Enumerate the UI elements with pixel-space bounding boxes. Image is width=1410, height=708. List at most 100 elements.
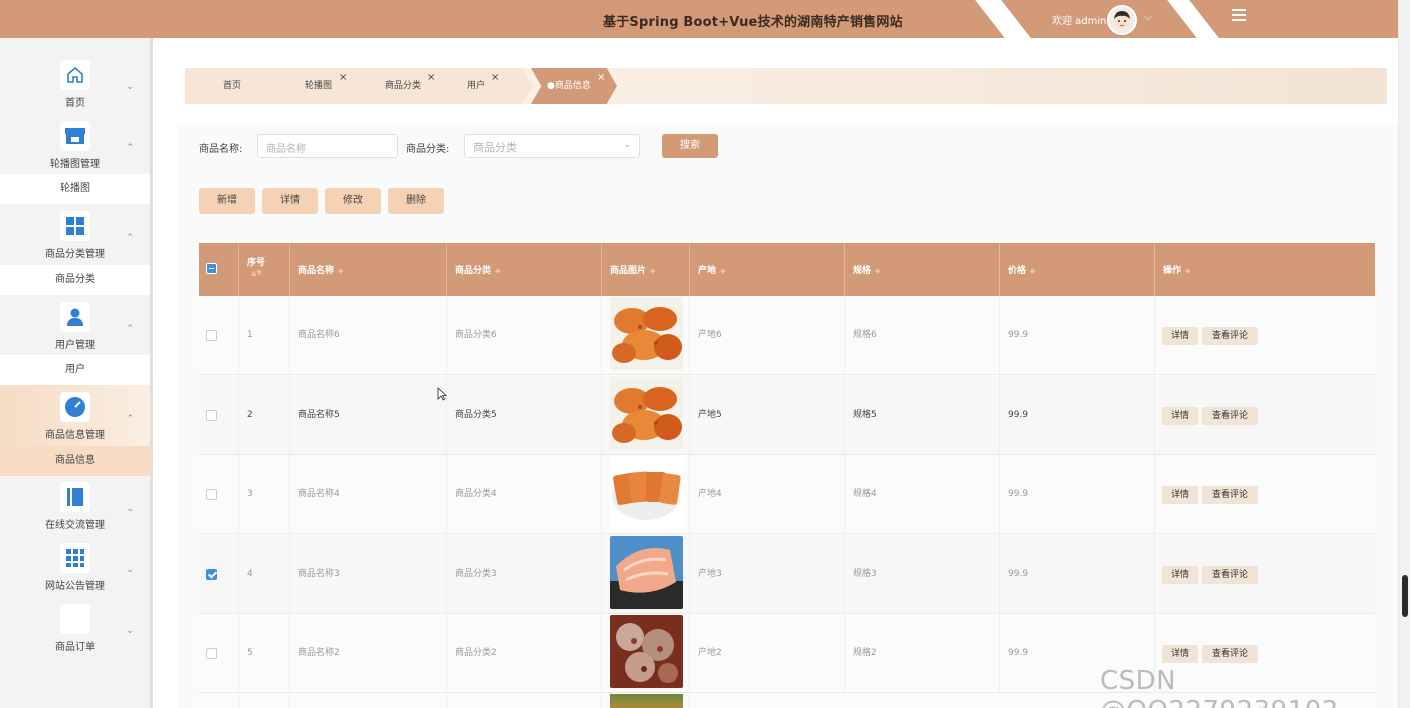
cell-spec: 规格6 — [845, 296, 1000, 375]
cell-actions: 详情 查看评论 — [1155, 455, 1375, 534]
search-button[interactable]: 搜索 — [662, 134, 718, 158]
select-all-checkbox[interactable] — [206, 263, 217, 274]
row-detail-button[interactable]: 详情 — [1162, 565, 1198, 584]
category-select[interactable]: 商品分类 ⌄ — [464, 134, 640, 158]
row-view-comments-button[interactable]: 查看评论 — [1202, 327, 1258, 345]
name-search-placeholder: 商品名称 — [266, 144, 306, 155]
header-origin[interactable]: 产地 ◆ — [690, 243, 845, 296]
table-row[interactable]: 1 商品名称6 商品分类6 产地6 规格6 99.9 详情 查看评论 — [199, 296, 1375, 375]
menu-toggle-icon[interactable] — [1232, 9, 1246, 23]
row-view-comments-button[interactable]: 查看评论 — [1202, 406, 1258, 425]
sort-icon[interactable]: ◆ — [650, 267, 655, 275]
cell-name: 商品名称6 — [290, 296, 447, 375]
sidebar-item-label: 商品信息管理 — [45, 430, 105, 441]
sort-icon[interactable]: ◆ — [875, 267, 880, 275]
header-select-all[interactable] — [199, 243, 239, 296]
product-image[interactable] — [610, 615, 683, 688]
row-detail-button[interactable]: 详情 — [1162, 327, 1198, 345]
row-detail-button[interactable]: 详情 — [1162, 645, 1198, 663]
sidebar: 首页 ⌄ 轮播图管理 ⌃ 轮播图 商品分类管理 ⌃ 商品分类 用户管理 ⌃ 用户… — [0, 38, 153, 708]
table-row[interactable]: 3 商品名称4 商品分类4 产地4 规格4 99.9 详情 查看评论 — [199, 455, 1375, 534]
product-image[interactable] — [610, 297, 683, 370]
sort-icon[interactable]: ▲▼ — [251, 269, 262, 277]
sidebar-subitem-user[interactable]: 用户 — [0, 355, 150, 385]
add-button[interactable]: 新增 — [199, 188, 255, 214]
row-view-comments-button[interactable]: 查看评论 — [1202, 565, 1258, 584]
row-checkbox[interactable] — [206, 568, 217, 580]
name-search-input[interactable]: 商品名称 — [257, 134, 398, 158]
tab-product-info[interactable]: ●商品信息 × — [531, 68, 617, 104]
avatar[interactable] — [1107, 5, 1137, 35]
sidebar-subitem-category[interactable]: 商品分类 — [0, 265, 150, 295]
edit-button[interactable]: 修改 — [325, 188, 381, 214]
cell-actions: 详情 查看评论 — [1155, 376, 1375, 455]
welcome-text: 欢迎 admin — [1052, 16, 1107, 27]
cell-category: 商品分类6 — [447, 296, 602, 375]
header-image[interactable]: 商品图片 ◆ — [602, 243, 690, 296]
sidebar-item-user-mgmt[interactable]: 用户管理 ⌃ — [0, 302, 150, 351]
sidebar-item-label: 首页 — [65, 98, 85, 109]
row-checkbox[interactable] — [206, 648, 217, 659]
row-checkbox[interactable] — [206, 409, 217, 421]
product-image[interactable] — [610, 535, 683, 609]
sidebar-item-chat-mgmt[interactable]: 在线交流管理 ⌄ — [0, 482, 150, 531]
cell-name: 商品名称5 — [290, 375, 447, 455]
cell-image — [602, 534, 690, 614]
site-title: 基于Spring Boot+Vue技术的湖南特产销售网站 — [603, 15, 903, 30]
chevron-up-icon: ⌃ — [126, 143, 134, 153]
cell-category: 商品分类4 — [447, 455, 602, 534]
table-header: 序号 ▲▼ 商品名称 ◆ 商品分类 ◆ 商品图片 ◆ 产地 ◆ 规格 ◆ 价格 ◆ 操作 ◆ — [199, 243, 1375, 296]
sidebar-item-category-mgmt[interactable]: 商品分类管理 ⌃ — [0, 211, 150, 260]
header-label: 规格 — [853, 266, 872, 276]
product-image[interactable] — [610, 376, 683, 450]
sidebar-subitem-carousel[interactable]: 轮播图 — [0, 174, 150, 204]
row-detail-button[interactable]: 详情 — [1162, 406, 1198, 425]
row-detail-button[interactable]: 详情 — [1162, 486, 1198, 504]
header-price[interactable]: 价格 ◆ — [1000, 243, 1155, 296]
header-no[interactable]: 序号 ▲▼ — [239, 243, 290, 296]
table-row[interactable]: 4 商品名称3 商品分类3 产地3 规格3 99.9 详情 查看评论 — [199, 534, 1375, 614]
sidebar-item-orders[interactable]: 商品订单 ⌄ — [0, 604, 150, 653]
sidebar-item-carousel-mgmt[interactable]: 轮播图管理 ⌃ — [0, 121, 150, 170]
row-view-comments-button[interactable]: 查看评论 — [1202, 486, 1258, 504]
scrollbar-thumb[interactable] — [1402, 575, 1408, 617]
header-spec[interactable]: 规格 ◆ — [845, 243, 1000, 296]
apps-icon — [60, 543, 90, 573]
sort-icon[interactable]: ◆ — [495, 267, 500, 275]
header-label: 商品分类 — [455, 266, 492, 276]
cell-image — [602, 296, 690, 375]
sidebar-item-home[interactable]: 首页 ⌄ — [0, 60, 150, 109]
sidebar-item-label: 轮播图管理 — [50, 159, 100, 170]
avatar-face-icon — [1114, 11, 1130, 29]
header-name[interactable]: 商品名称 ◆ — [290, 243, 447, 296]
row-checkbox[interactable] — [206, 330, 217, 341]
row-view-comments-button[interactable]: 查看评论 — [1202, 645, 1258, 663]
sidebar-subitem-product[interactable]: 商品信息 — [0, 446, 150, 476]
name-search-label: 商品名称: — [199, 144, 243, 155]
header-stripe — [1164, 0, 1222, 38]
page-scrollbar[interactable] — [1398, 0, 1410, 708]
detail-button[interactable]: 详情 — [262, 188, 318, 214]
row-checkbox[interactable] — [206, 489, 217, 500]
close-icon[interactable]: × — [597, 60, 605, 96]
delete-button[interactable]: 删除 — [388, 188, 444, 214]
cell-origin: 产地5 — [690, 375, 845, 455]
sort-icon[interactable]: ◆ — [338, 267, 343, 275]
sort-icon[interactable]: ◆ — [1030, 267, 1035, 275]
cell-name: 商品名称4 — [290, 455, 447, 534]
close-icon[interactable]: × — [491, 60, 499, 96]
sidebar-item-label: 商品订单 — [55, 642, 95, 653]
header-label: 产地 — [698, 266, 717, 276]
header-category[interactable]: 商品分类 ◆ — [447, 243, 602, 296]
tab-user[interactable]: 用户 × — [437, 68, 533, 104]
sidebar-item-notice-mgmt[interactable]: 网站公告管理 ⌄ — [0, 543, 150, 592]
close-icon[interactable]: × — [427, 60, 435, 96]
chevron-down-icon: ⌄ — [126, 82, 134, 92]
sidebar-item-label: 用户管理 — [55, 340, 95, 351]
sort-icon[interactable]: ◆ — [720, 267, 725, 275]
table-row[interactable]: 2 商品名称5 商品分类5 产地5 规格5 99.9 详情 查看评论 — [199, 375, 1375, 455]
sidebar-item-product-mgmt[interactable]: 商品信息管理 ⌃ — [0, 392, 150, 441]
close-icon[interactable]: × — [339, 60, 347, 96]
product-image[interactable] — [610, 456, 683, 529]
chevron-down-icon[interactable]: ⌵ — [1144, 12, 1152, 23]
